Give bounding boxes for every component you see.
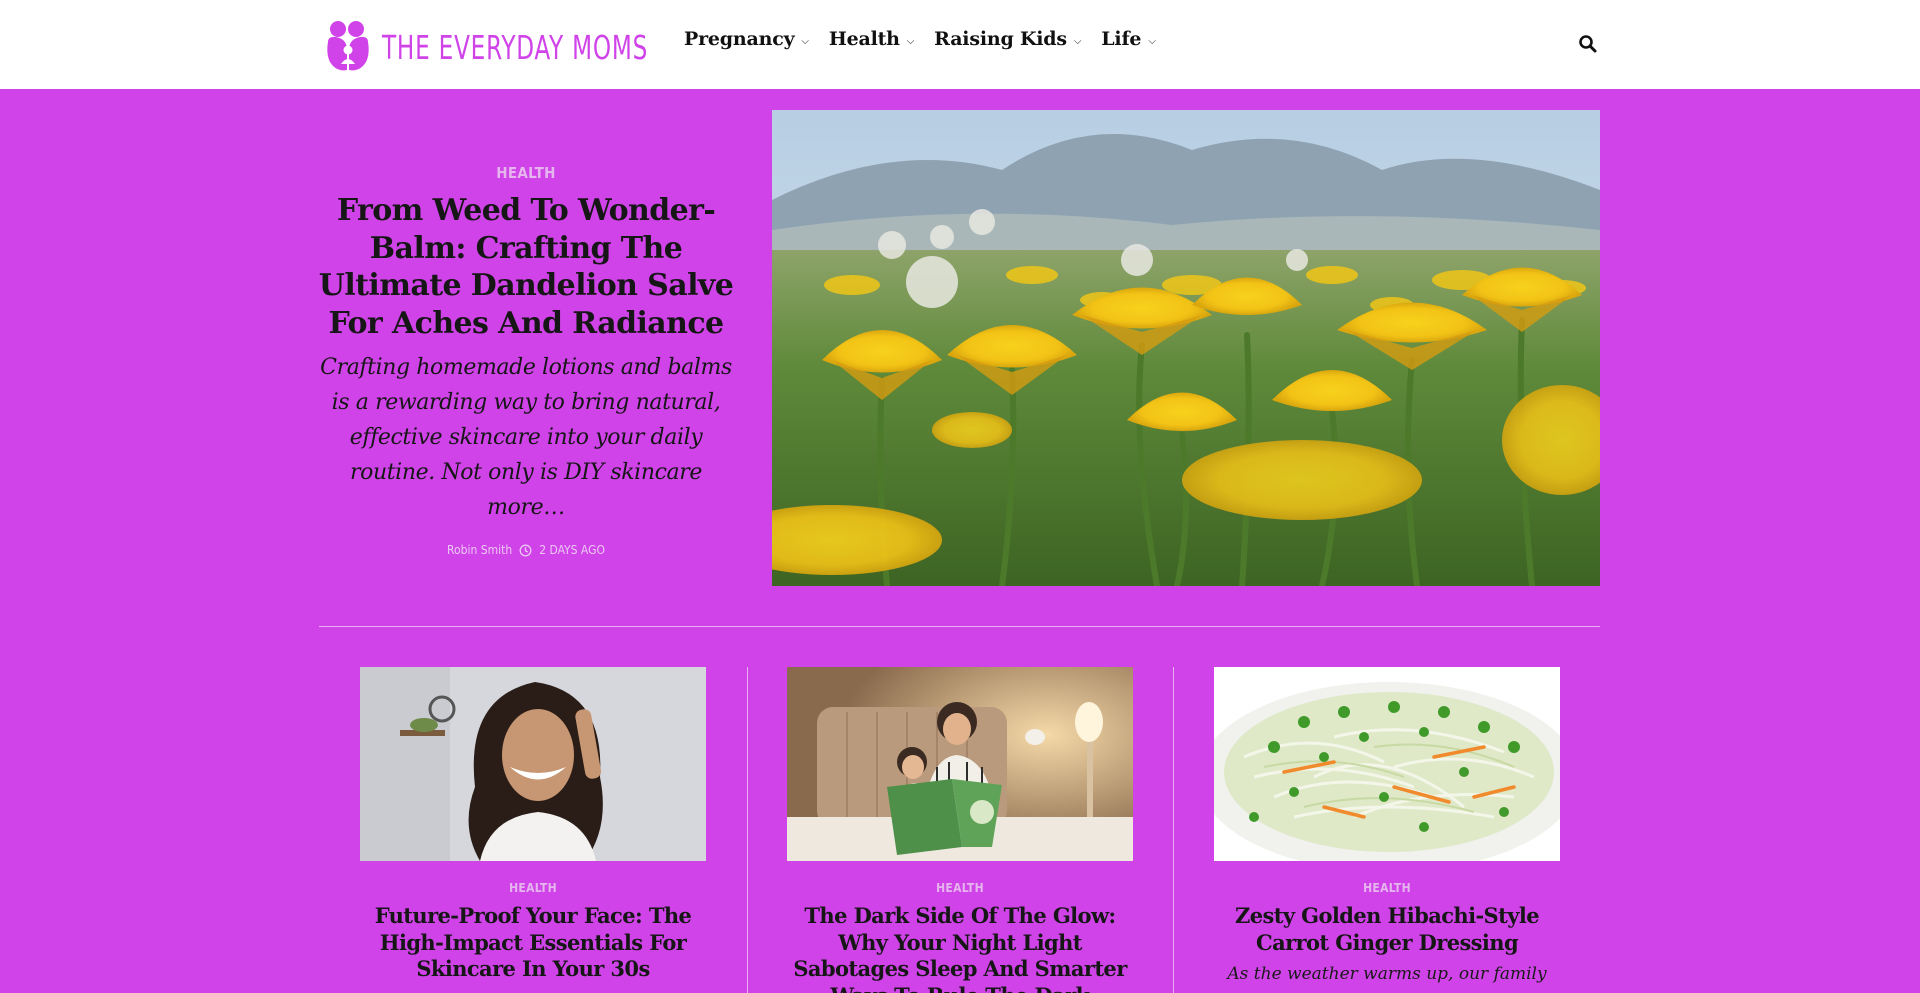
nav-item-label: Health	[828, 28, 900, 50]
nav-item-pregnancy[interactable]: Pregnancy ⌵	[684, 28, 809, 50]
card-category[interactable]: HEALTH	[1214, 881, 1560, 895]
card-excerpt: As the weather warms up, our family	[1227, 964, 1547, 984]
card-category[interactable]: HEALTH	[787, 881, 1133, 895]
search-icon[interactable]	[1578, 34, 1598, 54]
main-nav: Pregnancy ⌵ Health ⌵ Raising Kids ⌵ Life…	[684, 28, 1176, 50]
hero-meta: Robin Smith 2 DAYS AGO	[318, 543, 734, 557]
hero-excerpt: Crafting homemade lotions and balms is a…	[320, 355, 732, 520]
mom-and-child-icon	[327, 21, 369, 71]
card-title[interactable]: Zesty Golden Hibachi-Style Carrot Ginger…	[1214, 903, 1560, 956]
article-card: HEALTH The Dark Side Of The Glow: Why Yo…	[787, 667, 1133, 993]
card-category[interactable]: HEALTH	[360, 881, 706, 895]
column-divider	[747, 667, 748, 993]
hero-image-dandelions[interactable]	[772, 110, 1600, 586]
card-image-mother-daughter-reading[interactable]	[787, 667, 1133, 861]
chevron-down-icon: ⌵	[906, 35, 915, 47]
nav-item-label: Life	[1101, 28, 1142, 50]
card-image-cabbage-salad[interactable]	[1214, 667, 1560, 861]
chevron-down-icon: ⌵	[801, 35, 809, 47]
chevron-down-icon: ⌵	[1148, 35, 1156, 47]
hero-category[interactable]: HEALTH	[318, 164, 734, 182]
site-logo[interactable]: THE EVERYDAY MOMS	[326, 20, 723, 74]
cabbage-salad-image	[1214, 667, 1560, 861]
column-divider	[1173, 667, 1174, 993]
dandelion-field-image	[772, 110, 1600, 586]
smiling-woman-image	[360, 667, 706, 861]
nav-item-raising-kids[interactable]: Raising Kids ⌵	[934, 28, 1081, 50]
author-name[interactable]: Robin Smith	[447, 543, 512, 557]
article-card: HEALTH Future-Proof Your Face: The High-…	[360, 667, 706, 983]
card-title[interactable]: The Dark Side Of The Glow: Why Your Nigh…	[787, 903, 1133, 993]
site-name: THE EVERYDAY MOMS	[382, 27, 649, 67]
clock-icon	[519, 544, 532, 556]
nav-item-label: Raising Kids	[934, 28, 1067, 50]
chevron-down-icon: ⌵	[1073, 35, 1082, 47]
nav-item-health[interactable]: Health ⌵	[828, 28, 915, 50]
nav-item-life[interactable]: Life ⌵	[1101, 28, 1156, 50]
post-time: 2 DAYS AGO	[539, 543, 605, 557]
site-header: THE EVERYDAY MOMS Pregnancy ⌵ Health ⌵ R…	[0, 0, 1920, 89]
card-title[interactable]: Future-Proof Your Face: The High-Impact …	[360, 903, 706, 983]
section-divider	[319, 626, 1600, 627]
article-card: HEALTH Zesty Golden Hibachi-Style Carrot…	[1214, 667, 1560, 986]
card-image-smiling-woman[interactable]	[360, 667, 706, 861]
nav-item-label: Pregnancy	[684, 28, 795, 50]
hero-article: HEALTH From Weed To Wonder-Balm: Craftin…	[318, 164, 734, 557]
mother-reading-image	[787, 667, 1133, 861]
hero-title[interactable]: From Weed To Wonder-Balm: Crafting The U…	[318, 192, 734, 342]
